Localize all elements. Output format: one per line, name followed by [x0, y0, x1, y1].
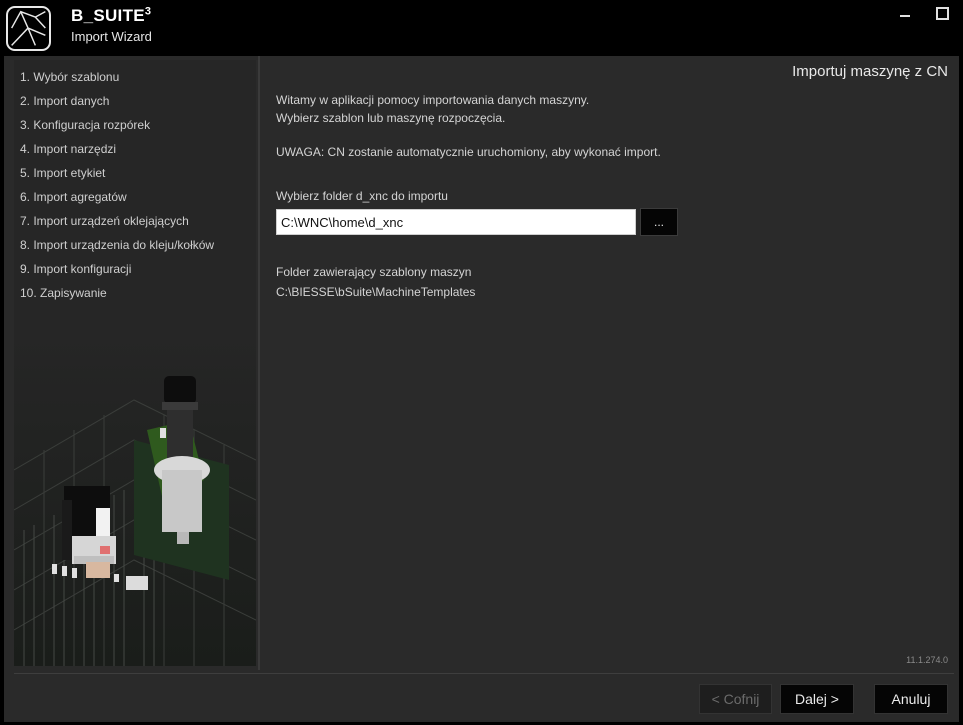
machine-render-image [14, 330, 256, 666]
title-bar: B_SUITE3 Import Wizard [0, 0, 963, 56]
step-spacer-config: 3. Konfiguracja rozpórek [20, 118, 151, 132]
main-content: Importuj maszynę z CN Witamy w aplikacji… [260, 56, 959, 670]
step-import-labels: 5. Import etykiet [20, 166, 106, 180]
steps-list: 1. Wybór szablonu 2. Import danych 3. Ko… [20, 68, 214, 308]
app-brand: B_SUITE3 [71, 5, 152, 25]
browse-button[interactable]: ... [640, 208, 678, 236]
step-import-config: 9. Import konfiguracji [20, 262, 132, 276]
back-button[interactable]: < Cofnij [699, 684, 772, 714]
warning-text: UWAGA: CN zostanie automatycznie uruchom… [276, 145, 661, 159]
logo-mark-icon [11, 10, 46, 46]
step-import-glue-dowel: 8. Import urządzenia do kleju/kołków [20, 238, 215, 252]
page-title: Importuj maszynę z CN [792, 63, 948, 80]
templates-folder-label: Folder zawierający szablony maszyn [276, 265, 472, 279]
step-import-tools: 4. Import narzędzi [20, 142, 117, 156]
intro-text: Witamy w aplikacji pomocy importowania d… [276, 91, 589, 127]
brand-version-sup: 3 [144, 5, 152, 18]
wizard-window: 1. Wybór szablonu 2. Import danych 3. Ko… [4, 56, 959, 722]
wizard-steps-sidebar: 1. Wybór szablonu 2. Import danych 3. Ko… [14, 60, 256, 666]
step-import-edgebanders: 7. Import urządzeń oklejających [20, 214, 189, 228]
bsuite-logo [6, 6, 51, 51]
machine-illustration [14, 330, 256, 666]
minimize-icon[interactable] [892, 2, 918, 24]
templates-folder-path: C:\BIESSE\bSuite\MachineTemplates [276, 285, 476, 299]
maximize-icon[interactable] [928, 2, 954, 24]
app-subtitle: Import Wizard [71, 29, 152, 44]
intro-line-1: Witamy w aplikacji pomocy importowania d… [276, 93, 590, 107]
intro-line-2: Wybierz szablon lub maszynę rozpoczęcia. [276, 111, 506, 125]
step-import-data: 2. Import danych [20, 94, 110, 108]
step-import-aggregates: 6. Import agregatów [20, 190, 127, 204]
next-button[interactable]: Dalej > [780, 684, 854, 714]
folder-label: Wybierz folder d_xnc do importu [276, 189, 448, 203]
cancel-button[interactable]: Anuluj [874, 684, 948, 714]
step-saving: 10. Zapisywanie [20, 286, 107, 300]
version-label: 11.1.274.0 [906, 655, 948, 665]
folder-path-input[interactable] [276, 209, 636, 235]
step-select-template: 1. Wybór szablonu [20, 70, 120, 84]
footer-divider [14, 673, 954, 674]
